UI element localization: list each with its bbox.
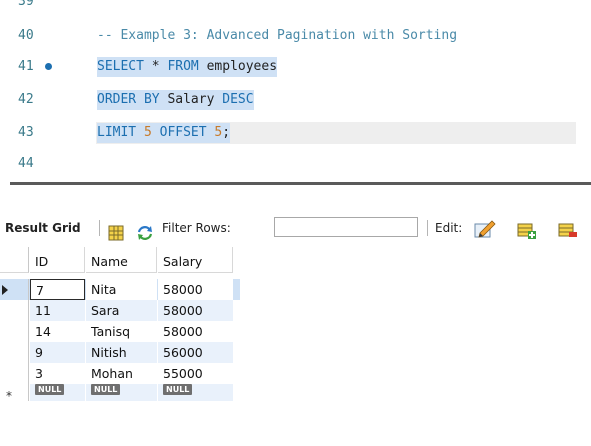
result-toolbar: Result Grid Filter Rows: Edit: [0,211,591,245]
row-indicator[interactable] [0,321,29,342]
pane-splitter[interactable] [10,182,591,185]
line-number: 41 [18,59,34,74]
editor-line-42[interactable]: 42 ORDER BY Salary DESC [0,86,591,114]
edit-pencil-icon[interactable] [474,218,496,238]
cell-name-null[interactable]: NULL [86,384,157,401]
result-grid-tab[interactable]: Result Grid [5,211,81,245]
line-number: 42 [18,92,34,107]
row-indicator[interactable] [0,342,29,363]
line-number: 40 [18,28,34,43]
semicolon: ; [222,125,231,140]
cell-salary[interactable]: 58000 [158,321,233,342]
kw-select: SELECT [97,59,144,74]
line-number: 39 [18,0,34,9]
filter-rows-label: Filter Rows: [162,221,231,235]
offset-value: 5 [206,125,223,140]
cell-name[interactable]: Sara [86,300,157,321]
sym-star: * [143,59,168,74]
table-name: employees [198,59,278,74]
column-name: Salary [159,92,223,107]
kw-limit: LIMIT [97,125,137,140]
sql-orderby-line: ORDER BY Salary DESC [97,90,254,110]
sql-comment: -- Example 3: Advanced Pagination with S… [97,28,458,43]
column-header-name[interactable]: Name [86,247,157,273]
limit-value: 5 [136,125,160,140]
cell-salary[interactable]: 58000 [158,279,233,300]
cell-salary-null[interactable]: NULL [158,384,233,401]
current-row-pointer-icon [2,285,8,295]
table-row[interactable]: 11 Sara 58000 [0,300,240,321]
row-indicator[interactable]: * [0,384,29,403]
kw-from: FROM [167,59,199,74]
editor-line-44[interactable]: 44 [0,150,591,178]
breakpoint-dot-icon[interactable] [45,63,52,70]
add-row-icon[interactable] [517,219,537,239]
line-number: 43 [18,125,34,140]
kw-order-by: ORDER BY [97,92,160,107]
cell-id[interactable]: 3 [30,363,85,384]
editor-line-43[interactable]: 43 LIMIT 5 OFFSET 5; [0,119,591,147]
filter-rows-input[interactable] [274,217,418,237]
cell-salary[interactable]: 55000 [158,363,233,384]
cell-id[interactable]: 7 [30,279,85,300]
table-row[interactable]: 3 Mohan 55000 [0,363,240,384]
null-badge: NULL [163,384,193,395]
cell-id[interactable]: 9 [30,342,85,363]
table-row[interactable]: 7 Nita 58000 [0,279,240,300]
row-indicator[interactable] [0,300,29,321]
cell-id[interactable]: 14 [30,321,85,342]
cell-name[interactable]: Mohan [86,363,157,384]
grid-form-icon[interactable] [108,220,124,241]
new-row[interactable]: * NULL NULL NULL [0,384,240,403]
edit-label: Edit: [435,221,463,235]
cell-salary[interactable]: 56000 [158,342,233,363]
sql-select-line: SELECT * FROM employees [97,57,278,77]
sql-limit-line: LIMIT 5 OFFSET 5; [97,123,231,143]
kw-desc: DESC [222,92,254,107]
column-header-salary[interactable]: Salary [158,247,233,273]
sql-editor[interactable]: 39 40 -- Example 3: Advanced Pagination … [0,0,591,176]
editor-line-41[interactable]: 41 SELECT * FROM employees [0,53,591,81]
table-row[interactable]: 9 Nitish 56000 [0,342,240,363]
toolbar-divider [427,220,428,236]
row-indicator-header [0,247,29,273]
delete-row-icon[interactable] [558,219,578,237]
toolbar-divider [99,220,100,236]
grid-header-row: ID Name Salary [0,247,240,273]
refresh-icon[interactable] [136,220,154,240]
line-number: 44 [18,156,34,171]
editor-line-39[interactable]: 39 [0,0,591,16]
cell-id[interactable]: 11 [30,300,85,321]
cell-name[interactable]: Nita [86,279,157,300]
editor-line-40[interactable]: 40 -- Example 3: Advanced Pagination wit… [0,22,591,50]
new-row-star-icon: * [6,389,12,403]
row-indicator[interactable] [0,279,29,300]
row-indicator[interactable] [0,363,29,384]
cell-name[interactable]: Tanisq [86,321,157,342]
cell-name[interactable]: Nitish [86,342,157,363]
null-badge: NULL [35,384,65,395]
column-header-id[interactable]: ID [30,247,85,273]
table-row[interactable]: 14 Tanisq 58000 [0,321,240,342]
cell-id-null[interactable]: NULL [30,384,85,401]
cell-salary[interactable]: 58000 [158,300,233,321]
null-badge: NULL [91,384,121,395]
kw-offset: OFFSET [159,125,207,140]
